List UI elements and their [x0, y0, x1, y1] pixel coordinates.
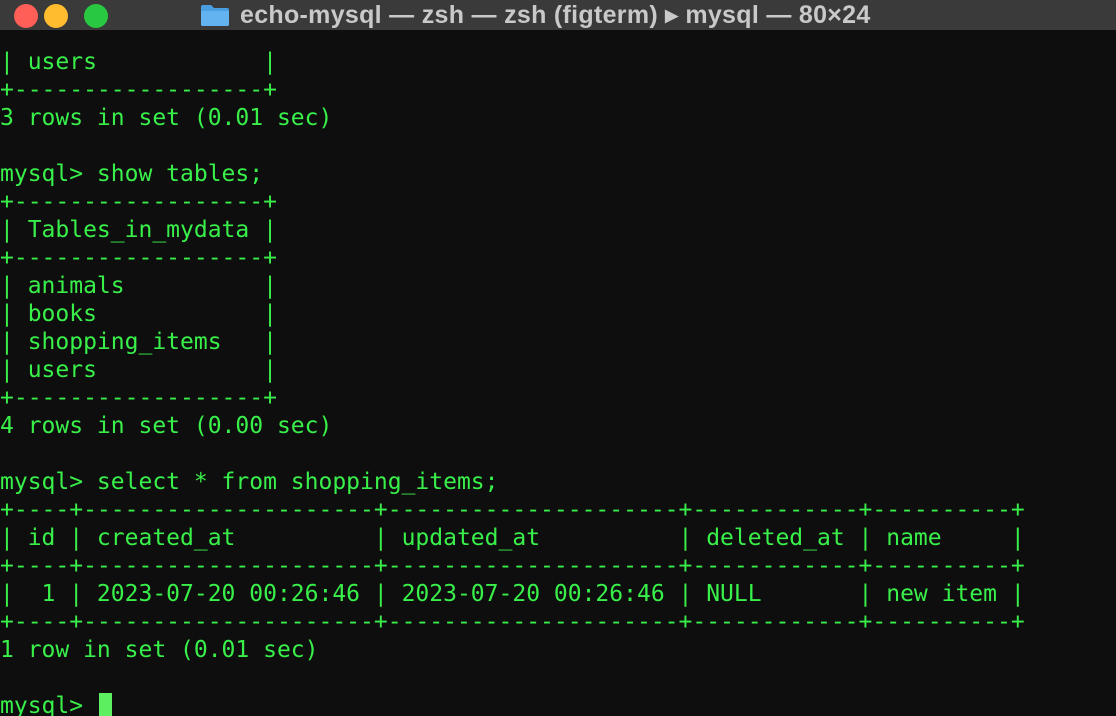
window-title-group: echo-mysql — zsh — zsh (figterm) ▸ mysql… — [200, 0, 871, 30]
maximize-button[interactable] — [84, 4, 108, 28]
terminal-line: | 1 | 2023-07-20 00:26:46 | 2023-07-20 0… — [0, 581, 1025, 607]
terminal-line: | users | — [0, 357, 277, 383]
title-bar[interactable]: echo-mysql — zsh — zsh (figterm) ▸ mysql… — [0, 0, 1116, 30]
prompt-text: mysql> — [0, 693, 97, 716]
terminal-line: 3 rows in set (0.01 sec) — [0, 105, 333, 131]
minimize-button[interactable] — [44, 4, 68, 28]
terminal-line: mysql> show tables; — [0, 161, 264, 187]
terminal-line: | animals | — [0, 273, 277, 299]
terminal-output[interactable]: | users | +------------------+ 3 rows in s… — [0, 48, 1116, 716]
terminal-line: +----+---------------------+------------… — [0, 609, 1025, 635]
terminal-line: | Tables_in_mydata | — [0, 217, 277, 243]
terminal-line: | id | created_at | updated_at | deleted… — [0, 525, 1025, 551]
terminal-line: | users | — [0, 49, 277, 75]
terminal-line: mysql> select * from shopping_items; — [0, 469, 499, 495]
terminal-line: 4 rows in set (0.00 sec) — [0, 413, 333, 439]
terminal-line: | shopping_items | — [0, 329, 277, 355]
terminal-line: +----+---------------------+------------… — [0, 497, 1025, 523]
terminal-line: +------------------+ — [0, 245, 277, 271]
terminal-line: 1 row in set (0.01 sec) — [0, 637, 319, 663]
prompt-line[interactable]: mysql> — [0, 692, 1116, 716]
text-cursor — [98, 693, 112, 716]
terminal-line: +------------------+ — [0, 189, 277, 215]
window-title: echo-mysql — zsh — zsh (figterm) ▸ mysql… — [240, 1, 871, 29]
close-button[interactable] — [14, 4, 38, 28]
terminal-window: echo-mysql — zsh — zsh (figterm) ▸ mysql… — [0, 0, 1116, 716]
terminal-line: +------------------+ — [0, 385, 277, 411]
terminal-line: | books | — [0, 301, 277, 327]
terminal-line: +----+---------------------+------------… — [0, 553, 1025, 579]
terminal-line: +------------------+ — [0, 77, 277, 103]
folder-icon — [200, 3, 230, 27]
